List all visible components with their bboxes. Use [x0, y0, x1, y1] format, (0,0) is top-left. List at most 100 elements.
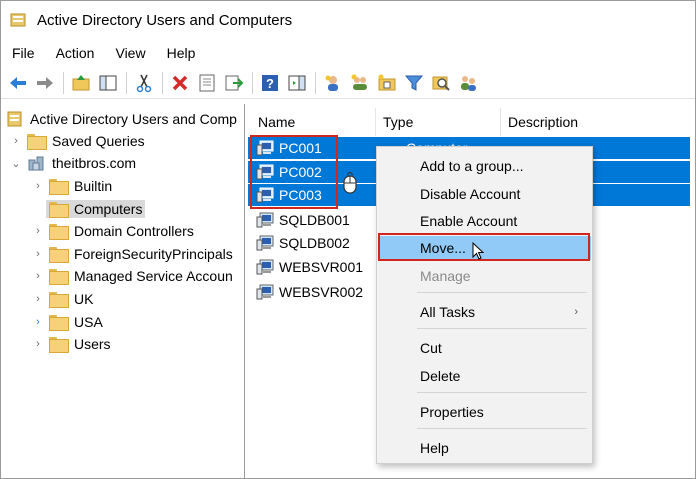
back-arrow-icon[interactable]: [6, 71, 30, 95]
menu-item-properties[interactable]: Properties: [377, 400, 592, 424]
title-bar: Active Directory Users and Computers: [1, 1, 695, 39]
expand-caret[interactable]: ›: [31, 180, 45, 192]
computer-icon: [256, 212, 274, 228]
menu-action[interactable]: Action: [45, 45, 105, 61]
help-icon[interactable]: ?: [258, 71, 282, 95]
properties-icon[interactable]: [195, 71, 219, 95]
expand-caret[interactable]: ›: [9, 135, 23, 147]
find-icon[interactable]: [429, 71, 453, 95]
tree-item-saved-queries[interactable]: › Saved Queries: [9, 130, 145, 152]
tree-item-label: Saved Queries: [52, 133, 145, 149]
list-row-sqldb002[interactable]: SQLDB002: [248, 232, 350, 254]
filter-icon[interactable]: [402, 71, 426, 95]
tree-item-computers[interactable]: Computers: [31, 198, 146, 220]
folder-icon: [27, 134, 47, 150]
tree-item-label: USA: [74, 314, 103, 330]
submenu-arrow-icon: ›: [574, 306, 578, 318]
tree-item-users[interactable]: › Users: [31, 333, 111, 355]
new-ou-icon[interactable]: [375, 71, 399, 95]
domain-icon: [28, 156, 44, 171]
tree-item-label: Computers: [74, 201, 143, 217]
forward-arrow-icon[interactable]: [33, 71, 57, 95]
tree-item-uk[interactable]: › UK: [31, 288, 93, 310]
column-header-name[interactable]: Name: [258, 108, 376, 136]
computer-icon: [256, 284, 274, 300]
folder-icon: [49, 269, 69, 285]
selected-item-box: Computers: [46, 200, 146, 218]
tree-item-usa[interactable]: › USA: [31, 311, 103, 333]
expand-caret[interactable]: ›: [31, 270, 45, 282]
menu-separator: [417, 392, 587, 393]
ad-app-icon: [10, 13, 26, 27]
folder-icon: [49, 179, 69, 195]
list-row-sqldb001[interactable]: SQLDB001: [248, 209, 350, 231]
menu-item-all-tasks[interactable]: All Tasks ›: [377, 300, 592, 324]
add-to-group-icon[interactable]: [456, 71, 480, 95]
tree-item-label: theitbros.com: [52, 155, 137, 171]
cut-icon[interactable]: [132, 71, 156, 95]
menu-separator: [417, 428, 587, 429]
menu-item-cut[interactable]: Cut: [377, 336, 592, 360]
computer-icon: [256, 235, 274, 251]
console-tree: Active Directory Users and Comp › Saved …: [1, 104, 245, 478]
export-icon[interactable]: [222, 71, 246, 95]
column-header-type[interactable]: Type: [383, 108, 501, 136]
tree-item-foreign-security-principals[interactable]: › ForeignSecurityPrincipals: [31, 243, 233, 265]
tree-item-label: ForeignSecurityPrincipals: [74, 246, 233, 262]
pointer-cursor-icon: [472, 242, 484, 260]
action-pane-icon[interactable]: [285, 71, 309, 95]
computer-icon: [256, 259, 274, 275]
menu-item-help[interactable]: Help: [377, 436, 592, 460]
expand-caret[interactable]: ›: [31, 293, 45, 305]
context-menu: Add to a group... Disable Account Enable…: [376, 146, 593, 464]
menu-view[interactable]: View: [104, 45, 155, 61]
tree-item-domain[interactable]: ⌄ theitbros.com: [9, 152, 136, 174]
move-highlight-box: [378, 233, 590, 261]
menu-item-add-to-group[interactable]: Add to a group...: [377, 154, 592, 178]
tree-root[interactable]: Active Directory Users and Comp: [7, 108, 237, 130]
toolbar-separator: [63, 71, 64, 94]
menu-item-disable-account[interactable]: Disable Account: [377, 182, 592, 206]
menu-item-manage: Manage: [420, 268, 471, 284]
toolbar-separator: [162, 71, 163, 94]
new-user-icon[interactable]: [321, 71, 345, 95]
menu-item-enable-account[interactable]: Enable Account: [377, 209, 592, 233]
expand-caret[interactable]: ›: [31, 338, 45, 350]
column-header-description[interactable]: Description: [508, 108, 688, 136]
expand-caret[interactable]: ›: [31, 316, 45, 328]
row-name: WEBSVR002: [279, 284, 364, 300]
toolbar-separator: [126, 71, 127, 94]
up-folder-icon[interactable]: [69, 71, 93, 95]
tree-item-label: Managed Service Accoun: [74, 268, 233, 284]
toolbar-separator: [315, 71, 316, 94]
folder-icon: [49, 292, 69, 308]
svg-text:?: ?: [266, 76, 274, 91]
tree-item-label: UK: [74, 291, 94, 307]
tree-item-label: Builtin: [74, 178, 113, 194]
menu-separator: [417, 328, 587, 329]
menu-help[interactable]: Help: [156, 45, 206, 61]
mouse-drag-icon: [343, 171, 357, 194]
list-row-websvr002[interactable]: WEBSVR002: [248, 281, 363, 303]
row-name: SQLDB001: [279, 212, 350, 228]
list-row-websvr001[interactable]: WEBSVR001: [248, 256, 363, 278]
menu-item-delete[interactable]: Delete: [377, 364, 592, 388]
expand-caret[interactable]: ›: [31, 248, 45, 260]
show-tree-icon[interactable]: [96, 71, 120, 95]
folder-icon: [49, 337, 69, 353]
menu-item-label: All Tasks: [420, 304, 475, 320]
tree-root-label: Active Directory Users and Comp: [30, 111, 237, 127]
folder-icon: [49, 224, 69, 240]
tree-item-managed-service-accounts[interactable]: › Managed Service Accoun: [31, 265, 233, 287]
window-title: Active Directory Users and Computers: [37, 11, 293, 29]
tree-item-builtin[interactable]: › Builtin: [31, 175, 112, 197]
ad-console-icon: [7, 111, 22, 127]
delete-icon[interactable]: [168, 71, 192, 95]
menu-file[interactable]: File: [1, 45, 45, 61]
folder-icon: [49, 315, 69, 331]
tree-item-domain-controllers[interactable]: › Domain Controllers: [31, 220, 194, 242]
folder-icon: [49, 202, 69, 218]
expand-caret[interactable]: ›: [31, 225, 45, 237]
new-group-icon[interactable]: [348, 71, 372, 95]
collapse-caret[interactable]: ⌄: [9, 157, 23, 170]
